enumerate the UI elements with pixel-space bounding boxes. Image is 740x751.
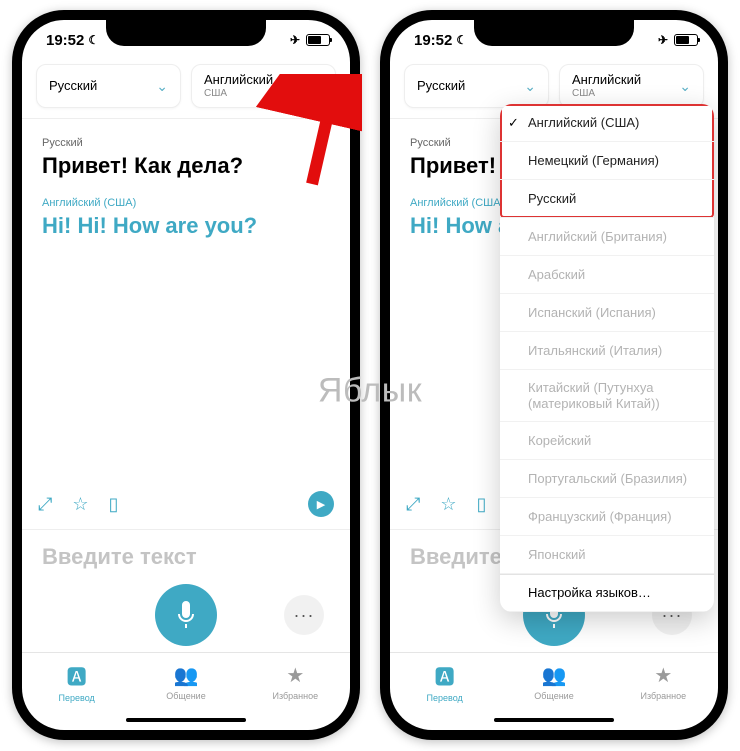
airplane-icon: ✈ (658, 33, 668, 47)
target-language-label: Английский США (204, 73, 273, 99)
battery-icon (306, 34, 330, 46)
dropdown-item-label: Корейский (528, 433, 591, 449)
language-dropdown: ✓ Английский (США) Немецкий (Германия) Русс… (500, 104, 714, 612)
expand-icon[interactable]: ⤢ (406, 494, 420, 515)
target-language-button[interactable]: Английский США ⌄ (559, 64, 704, 108)
tab-favorites[interactable]: ★ Избранное (609, 653, 718, 710)
tab-conversation[interactable]: 👥 Общение (131, 653, 240, 710)
people-icon: 👥 (542, 663, 567, 688)
dictionary-icon[interactable]: ▯ (109, 494, 119, 515)
dropdown-item[interactable]: Испанский (Испания) (500, 294, 714, 332)
star-icon: ★ (286, 663, 304, 688)
tab-favorites-label: Избранное (641, 691, 687, 701)
dropdown-item-label: Испанский (Испания) (528, 305, 656, 321)
dnd-moon-icon: ☾ (88, 33, 99, 47)
dropdown-settings-row[interactable]: Настройка языков… (500, 574, 714, 612)
tab-translate-label: Перевод (427, 693, 463, 703)
dropdown-item[interactable]: Китайский (Путунхуа (материковый Китай)) (500, 370, 714, 422)
dropdown-item[interactable]: Корейский (500, 422, 714, 460)
dropdown-item-label: Португальский (Бразилия) (528, 471, 687, 487)
airplane-icon: ✈ (290, 33, 300, 47)
phone-right: 19:52 ☾ ✈ Русский ⌄ Английский США (380, 10, 728, 740)
source-text: Привет! Как дела? (42, 153, 330, 179)
tab-translate[interactable]: 🅰 Перевод (22, 653, 131, 710)
dropdown-item-label: Французский (Франция) (528, 509, 672, 525)
dropdown-settings-label: Настройка языков… (528, 585, 651, 601)
translate-icon: 🅰 (435, 661, 455, 690)
dropdown-item-label: Немецкий (Германия) (528, 153, 659, 169)
battery-icon (674, 34, 698, 46)
dropdown-item-label: Русский (528, 191, 576, 207)
dropdown-item-label: Итальянский (Италия) (528, 343, 662, 359)
mic-row: ··· (22, 576, 350, 652)
favorite-star-icon[interactable]: ☆ (440, 494, 456, 515)
source-language-button[interactable]: Русский ⌄ (36, 64, 181, 108)
notch (106, 20, 266, 46)
dropdown-item[interactable]: Японский (500, 536, 714, 574)
home-indicator (22, 710, 350, 730)
dropdown-item[interactable]: Русский (500, 180, 714, 218)
source-language-button[interactable]: Русский ⌄ (404, 64, 549, 108)
microphone-button[interactable] (155, 584, 217, 646)
target-language-button[interactable]: Английский США ⌄ (191, 64, 336, 108)
target-text: Hi! Hi! How are you? (42, 213, 330, 239)
dropdown-item[interactable]: ✓ Английский (США) (500, 104, 714, 142)
dropdown-item-label: Китайский (Путунхуа (материковый Китай)) (528, 380, 702, 411)
target-lang-caption: Английский (США) (410, 197, 510, 209)
notch (474, 20, 634, 46)
dropdown-item-label: Английский (США) (528, 115, 639, 131)
tab-conversation-label: Общение (534, 691, 573, 701)
people-icon: 👥 (174, 663, 199, 688)
translate-icon: 🅰 (67, 661, 87, 690)
home-indicator (390, 710, 718, 730)
more-button[interactable]: ··· (284, 595, 324, 635)
input-area[interactable]: Введите текст (22, 529, 350, 576)
language-selector-row: Русский ⌄ Английский США ⌄ (22, 60, 350, 119)
dropdown-item[interactable]: Итальянский (Италия) (500, 332, 714, 370)
translation-content: Русский Привет! Как дела? Английский (СШ… (22, 119, 350, 529)
status-time: 19:52 (46, 32, 84, 49)
target-lang-caption: Английский (США) (42, 197, 330, 209)
chevron-down-icon: ⌄ (156, 78, 168, 95)
source-language-label: Русский (49, 79, 97, 94)
target-language-label: Английский США (572, 73, 641, 99)
chevron-down-icon: ⌄ (524, 78, 536, 95)
input-placeholder: Введите текст (42, 544, 330, 570)
microphone-icon (175, 601, 197, 629)
tab-bar: 🅰 Перевод 👥 Общение ★ Избранное (22, 652, 350, 710)
dnd-moon-icon: ☾ (456, 33, 467, 47)
source-lang-caption: Русский (42, 137, 330, 149)
phone-left: 19:52 ☾ ✈ Русский ⌄ Английский США (12, 10, 360, 740)
tab-translate-label: Перевод (59, 693, 95, 703)
tab-translate[interactable]: 🅰 Перевод (390, 653, 499, 710)
dropdown-item-label: Арабский (528, 267, 585, 283)
expand-icon[interactable]: ⤢ (38, 494, 52, 515)
chevron-down-icon: ⌄ (311, 78, 323, 95)
tab-conversation-label: Общение (166, 691, 205, 701)
status-time: 19:52 (414, 32, 452, 49)
tab-conversation[interactable]: 👥 Общение (499, 653, 608, 710)
tab-favorites-label: Избранное (273, 691, 319, 701)
check-icon: ✓ (508, 115, 519, 131)
translation-actions: ⤢ ☆ ▯ ▶ (38, 491, 334, 517)
dropdown-item[interactable]: Немецкий (Германия) (500, 142, 714, 180)
dropdown-item-label: Английский (Британия) (528, 229, 667, 245)
favorite-star-icon[interactable]: ☆ (72, 494, 88, 515)
dropdown-item[interactable]: Английский (Британия) (500, 218, 714, 256)
dropdown-item-label: Японский (528, 547, 586, 563)
source-language-label: Русский (417, 79, 465, 94)
tab-bar: 🅰 Перевод 👥 Общение ★ Избранное (390, 652, 718, 710)
dropdown-item[interactable]: Арабский (500, 256, 714, 294)
tab-favorites[interactable]: ★ Избранное (241, 653, 350, 710)
star-icon: ★ (654, 663, 672, 688)
dropdown-item[interactable]: Португальский (Бразилия) (500, 460, 714, 498)
play-audio-button[interactable]: ▶ (308, 491, 334, 517)
dictionary-icon[interactable]: ▯ (477, 494, 487, 515)
dropdown-item[interactable]: Французский (Франция) (500, 498, 714, 536)
source-text: Привет! Как дела? (410, 153, 510, 179)
chevron-down-icon: ⌄ (679, 78, 691, 95)
